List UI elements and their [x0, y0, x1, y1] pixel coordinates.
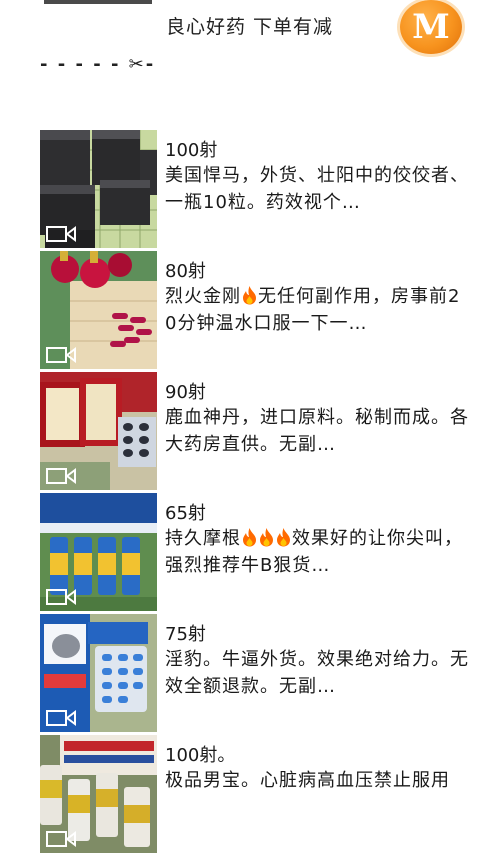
- video-camera-icon: [46, 831, 76, 847]
- video-camera-icon: [46, 589, 76, 605]
- post-description: 美国悍马，外货、壮阳中的佼佼者、一瓶10粒。药效视个…: [165, 165, 469, 213]
- post-video-thumbnail[interactable]: [40, 251, 157, 369]
- post-video-thumbnail[interactable]: [40, 372, 157, 490]
- post-item[interactable]: 100射。 极品男宝。心脏病高血压禁止服用: [40, 735, 470, 853]
- post-price: 80射: [165, 261, 206, 282]
- logo-letter: M: [412, 7, 450, 47]
- post-description: 持久摩根 效果好的让你尖叫，强烈推荐牛B狠货…: [165, 525, 470, 579]
- post-description: 烈火金刚 无任何副作用，房事前20分钟温水口服一下一…: [165, 283, 470, 337]
- post-item[interactable]: 75射 淫豹。牛逼外货。效果绝对给力。无效全额退款。无副…: [40, 614, 470, 732]
- post-price: 90射: [165, 382, 206, 403]
- fire-icon: [277, 528, 290, 547]
- brand-logo: M: [400, 0, 462, 54]
- post-video-thumbnail[interactable]: [40, 614, 157, 732]
- post-video-thumbnail[interactable]: [40, 493, 157, 611]
- scissor-divider: - - - - - ✂-: [40, 54, 156, 75]
- video-camera-icon: [46, 468, 76, 484]
- post-video-thumbnail[interactable]: [40, 130, 157, 248]
- fire-icon: [243, 528, 256, 547]
- post-item[interactable]: 65射 持久摩根 效果好的让你尖叫，强烈推荐牛B狠货…: [40, 493, 470, 611]
- post-price: 75射: [165, 624, 206, 645]
- post-item[interactable]: 100射 美国悍马，外货、壮阳中的佼佼者、一瓶10粒。药效视个…: [40, 130, 470, 248]
- previous-post-thumbnail-edge[interactable]: [44, 0, 152, 4]
- header-title: 良心好药 下单有减: [166, 16, 334, 38]
- post-description: 极品男宝。心脏病高血压禁止服用: [165, 770, 450, 791]
- post-item[interactable]: 80射 烈火金刚 无任何副作用，房事前20分钟温水口服一下一…: [40, 251, 470, 369]
- post-description-part: 烈火金刚: [165, 286, 241, 307]
- video-camera-icon: [46, 226, 76, 242]
- post-price: 100射。: [165, 745, 236, 766]
- fire-icon: [260, 528, 273, 547]
- post-description: 淫豹。牛逼外货。效果绝对给力。无效全额退款。无副…: [165, 649, 469, 697]
- post-item[interactable]: 90射 鹿血神丹，进口原料。秘制而成。各大药房直供。无副…: [40, 372, 470, 490]
- post-description: 鹿血神丹，进口原料。秘制而成。各大药房直供。无副…: [165, 407, 469, 455]
- video-camera-icon: [46, 347, 76, 363]
- fire-icon: [243, 286, 256, 305]
- post-price: 100射: [165, 140, 218, 161]
- video-camera-icon: [46, 710, 76, 726]
- post-price: 65射: [165, 503, 206, 524]
- post-description-part: 持久摩根: [165, 528, 241, 549]
- post-video-thumbnail[interactable]: [40, 735, 157, 853]
